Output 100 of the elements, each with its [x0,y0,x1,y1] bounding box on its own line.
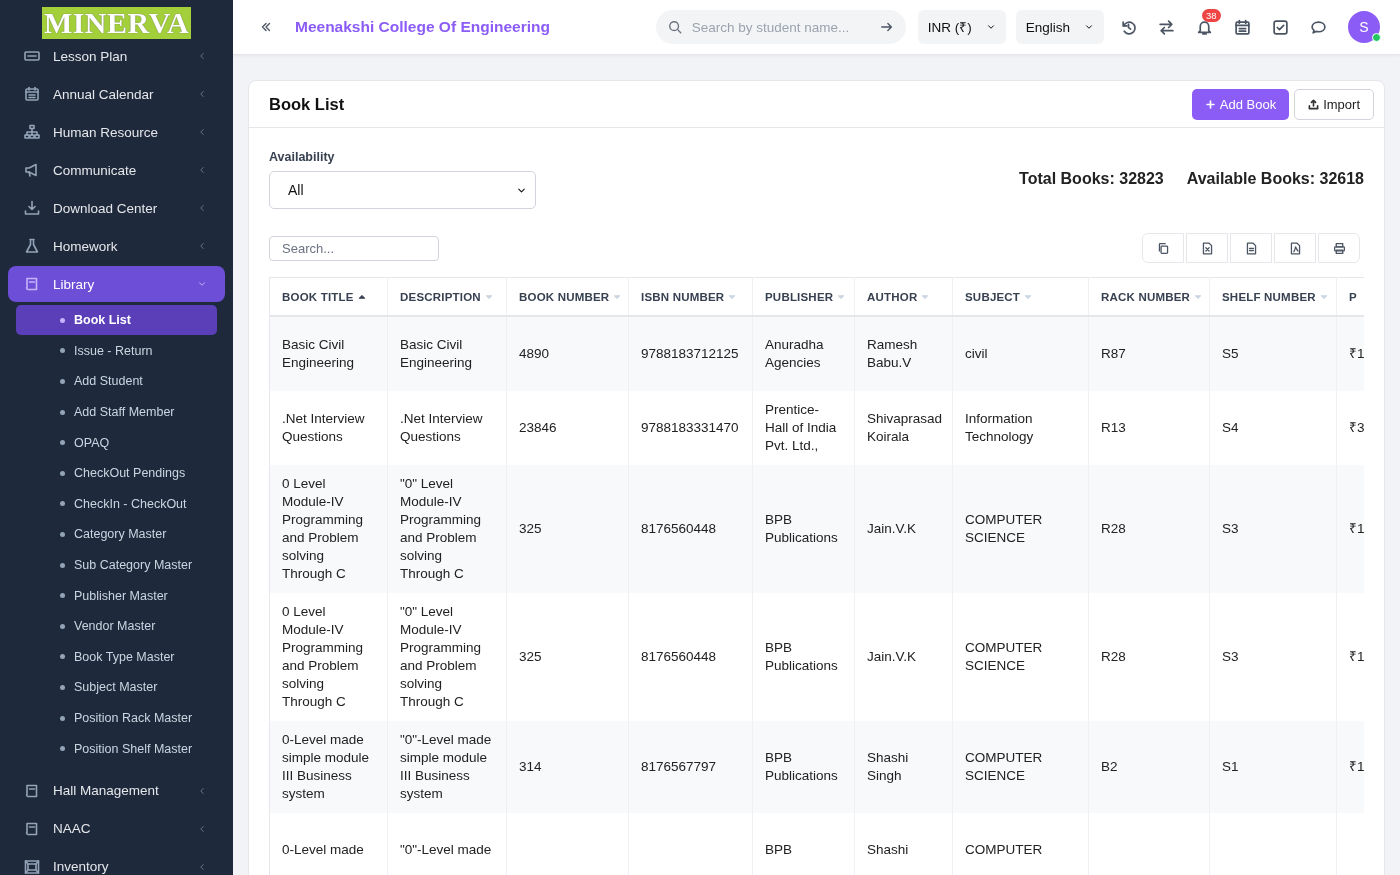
currency-select[interactable]: INR (₹) [917,10,1006,44]
keyboard-icon [24,48,40,64]
table-cell: 4890 [519,346,550,361]
import-button[interactable]: Import [1294,88,1374,120]
bell-icon [1195,18,1213,36]
table-cell: 23846 [519,420,557,435]
megaphone-icon [24,162,40,178]
plus-icon [1204,98,1216,110]
table-cell: Anuradha Agencies [765,337,824,370]
table-cell: Shivaprasad Koirala [867,411,943,444]
csv-button[interactable] [1230,233,1272,263]
table-cell: 8176560448 [641,521,717,536]
sitemap-icon [24,124,40,140]
submenu-item[interactable]: Publisher Master [16,580,217,611]
submenu-item[interactable]: Subject Master [16,672,217,703]
chat-icon [1309,18,1327,36]
print-button[interactable] [1318,233,1360,263]
spreadsheet-file-icon [1200,241,1214,255]
sidebar-item[interactable]: Human Resource [8,113,225,151]
submenu-item[interactable]: CheckIn - CheckOut [16,488,217,520]
submenu-item[interactable]: CheckOut Pendings [16,457,217,489]
table-cell: Shashi [867,842,909,857]
table-cell: S1 [1222,759,1239,774]
sidebar-item[interactable]: Hall Management [8,771,225,810]
sidebar-item[interactable]: Homework [8,227,225,265]
caret-icon [1084,22,1094,32]
table-cell: BPB Publications [765,512,838,545]
submenu-item[interactable]: Position Shelf Master [16,733,217,764]
inventory-icon [24,858,40,875]
document-icon [1244,241,1258,255]
table-cell: S3 [1222,521,1239,536]
table-cell: Basic Civil Engineering [400,337,473,370]
submenu-item[interactable]: Position Rack Master [16,702,217,734]
collapse-icon [259,20,273,34]
table-cell: B2 [1101,759,1118,774]
download-icon [24,200,40,216]
table-cell: BPB Publications [765,750,838,783]
table-cell: "0"-Level made simple module III Business system [400,732,492,801]
sidebar-item[interactable]: Inventory [8,847,225,875]
upload-icon [1308,98,1320,110]
table-cell: COMPUTER SCIENCE [965,640,1043,673]
copy-button[interactable] [1142,233,1184,263]
table-cell: 0-Level made simple module III Business system [282,732,370,801]
table-cell: S3 [1222,649,1239,664]
arrow-right-icon [879,20,894,34]
book-count: Total Books: 32823 [1019,170,1164,188]
print-icon [1332,241,1346,255]
add-book-button[interactable]: Add Book [1191,88,1290,120]
submenu-item[interactable]: OPAQ [16,427,217,458]
checkbox-icon [1271,18,1289,36]
sidebar-item[interactable]: Communicate [8,151,225,189]
sidebar-item[interactable]: Annual Calendar [8,75,225,113]
submenu-item[interactable]: Book Type Master [16,641,217,673]
table-cell: "0" Level Module-IV Programming and Problem solving Through C [400,604,482,709]
excel-button[interactable] [1186,233,1228,263]
table-cell: ₹3 [1349,420,1364,435]
table-cell: R28 [1101,521,1126,536]
table-cell: civil [965,346,988,361]
submenu-item[interactable]: Add Staff Member [16,396,217,428]
table-search-field[interactable]: Search... [269,235,439,261]
table-cell: Shashi Singh [867,750,909,783]
sidebar-item[interactable]: Download Center [8,189,225,227]
pdf-button[interactable] [1274,233,1316,263]
table-cell: Basic Civil Engineering [282,337,355,370]
notification-badge: 38 [1202,8,1221,22]
table-cell: R13 [1101,420,1126,435]
table-cell: 0 Level Module-IV Programming and Problem solving Through C [282,476,364,581]
table-cell: S5 [1222,346,1239,361]
table-cell: ₹1 [1349,759,1364,774]
table-cell: Jain.V.K [867,649,917,664]
submenu-item[interactable]: Category Master [16,519,217,550]
submenu-item[interactable]: Book List [16,305,217,335]
submenu-item[interactable]: Issue - Return [16,335,217,367]
language-select[interactable]: English [1015,10,1104,44]
table-cell: R87 [1101,346,1126,361]
table-cell: 9788183331470 [641,420,739,435]
submenu-item[interactable]: Add Student [16,366,217,397]
table-cell: 8176560448 [641,649,717,664]
submenu-item[interactable]: Vendor Master [16,610,217,642]
table-cell: COMPUTER [965,842,1043,857]
table-cell: COMPUTER SCIENCE [965,750,1043,783]
table-cell: 9788183712125 [641,346,739,361]
book-icon [24,276,40,292]
caret-icon [985,22,996,32]
sidebar-item[interactable]: NAAC [8,809,225,848]
filter-label: Availability [269,150,336,164]
table-cell: ₹1 [1349,521,1364,536]
table-cell: "0"-Level made [400,842,492,857]
availability-select[interactable]: All [269,171,536,209]
book-count: Available Books: 32618 [1186,170,1364,188]
search-field[interactable]: Search by student name... [655,10,906,44]
sidebar-item[interactable]: Library [8,266,225,302]
table-cell: 8176567797 [641,759,717,774]
calendar-icon [24,86,40,102]
table-cell: S4 [1222,420,1239,435]
table-cell: Prentice-Hall of India Pvt. Ltd., [765,402,837,453]
table-cell: R28 [1101,649,1126,664]
user-avatar[interactable]: S [1348,11,1380,43]
card-title: Book List [269,94,346,114]
submenu-item[interactable]: Sub Category Master [16,549,217,581]
